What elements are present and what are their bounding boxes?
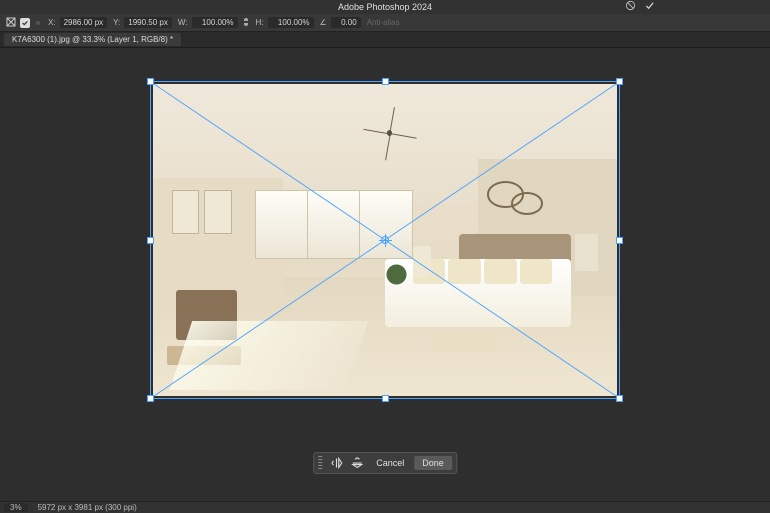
cancel-button-label: Cancel (376, 458, 404, 468)
transform-handle-se[interactable] (616, 395, 623, 402)
transform-bounding-box[interactable] (153, 84, 617, 396)
document-dimensions: 5972 px x 3981 px (300 ppi) (38, 503, 137, 512)
cancel-transform-icon[interactable] (625, 0, 636, 15)
transform-confirm-bar[interactable]: Cancel Done (313, 452, 457, 474)
transform-tool-icon[interactable] (6, 17, 16, 29)
done-button[interactable]: Done (414, 456, 452, 470)
w-label: W: (178, 18, 188, 27)
document-image (153, 84, 617, 396)
title-bar: Adobe Photoshop 2024 (0, 0, 770, 14)
drag-grip-icon[interactable] (318, 456, 322, 470)
transform-handle-e[interactable] (616, 237, 623, 244)
angle-label: ∠ (320, 18, 327, 27)
commit-transform-icon[interactable] (644, 0, 655, 15)
transform-handle-s[interactable] (382, 395, 389, 402)
status-bar: 3% 5972 px x 3981 px (300 ppi) (0, 501, 770, 513)
angle-value[interactable]: 0.00 (331, 17, 361, 28)
zoom-level[interactable]: 3% (4, 503, 28, 512)
h-label: H: (256, 18, 264, 27)
transform-handle-ne[interactable] (616, 78, 623, 85)
options-bar: X: 2986.00 px Y: 1990.50 px W: 100.00% H… (0, 14, 770, 32)
w-value[interactable]: 100.00% (192, 17, 238, 28)
flip-horizontal-icon[interactable] (328, 455, 346, 471)
cancel-button[interactable]: Cancel (368, 456, 412, 470)
reference-point-checkbox[interactable] (20, 18, 30, 28)
reference-point-icon[interactable] (36, 21, 40, 25)
document-tab-title: K7A6300 (1).jpg @ 33.3% (Layer 1, RGB/8)… (12, 35, 173, 44)
app-title: Adobe Photoshop 2024 (338, 2, 432, 12)
transform-handle-sw[interactable] (147, 395, 154, 402)
y-label: Y: (113, 18, 120, 27)
x-value[interactable]: 2986.00 px (60, 17, 108, 28)
done-button-label: Done (422, 458, 444, 468)
flip-vertical-icon[interactable] (348, 455, 366, 471)
x-label: X: (48, 18, 56, 27)
link-wh-icon[interactable] (242, 17, 250, 29)
y-value[interactable]: 1990.50 px (124, 17, 172, 28)
antialias-label: Anti-alias (367, 18, 400, 27)
document-tab[interactable]: K7A6300 (1).jpg @ 33.3% (Layer 1, RGB/8)… (4, 33, 181, 46)
h-value[interactable]: 100.00% (268, 17, 314, 28)
canvas-area[interactable]: Cancel Done (0, 48, 770, 501)
document-tab-strip: K7A6300 (1).jpg @ 33.3% (Layer 1, RGB/8)… (0, 32, 770, 48)
